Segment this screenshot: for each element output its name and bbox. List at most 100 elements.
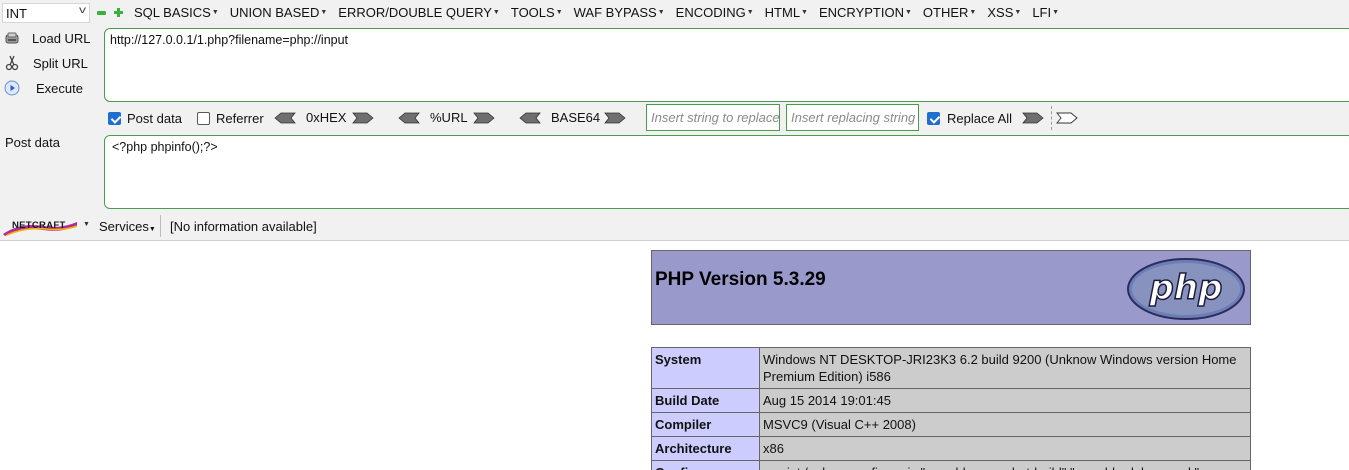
dropdown-arrow-icon: ▼	[1014, 9, 1022, 16]
menu-label: XSS	[987, 5, 1014, 20]
dropdown-arrow-icon: ▼	[211, 9, 219, 16]
type-select[interactable]: INT v	[2, 3, 90, 23]
menu-label: SQL BASICS	[134, 5, 211, 20]
hex-encode-arrow-icon[interactable]	[352, 112, 374, 124]
url-encode-arrow-icon[interactable]	[473, 112, 495, 124]
dropdown-arrow-icon: ▼	[657, 9, 665, 16]
dropdown-arrow-icon: ▼	[492, 9, 500, 16]
url-input[interactable]: http://127.0.0.1/1.php?filename=php://in…	[104, 28, 1349, 102]
hackbar-panel: INT v SQL BASICS ▼ UNION BASED ▼ ERROR/DOU…	[0, 0, 1349, 241]
post-data-checkbox-label: Post data	[127, 111, 182, 126]
post-data-label: Post data	[5, 135, 60, 150]
replacing-string-input[interactable]: Insert replacing string	[786, 104, 919, 131]
scissors-icon	[5, 55, 19, 71]
info-key: Build Date	[651, 388, 760, 413]
type-select-value: INT	[6, 5, 27, 21]
load-url-button[interactable]: Load URL	[0, 27, 96, 49]
base64-label: BASE64	[551, 110, 601, 125]
phpinfo-table: System Windows NT DESKTOP-JRI23K3 6.2 bui…	[651, 347, 1251, 470]
menu-label: WAF BYPASS	[573, 5, 657, 20]
netcraft-dropdown-arrow-icon[interactable]: ▼	[83, 221, 90, 228]
minus-icon[interactable]	[97, 11, 106, 15]
menu-tools[interactable]: TOOLS ▼	[511, 5, 563, 20]
menu-label: UNION BASED	[229, 5, 320, 20]
referrer-checkbox[interactable]	[197, 112, 210, 125]
menu-label: HTML	[764, 5, 801, 20]
netcraft-logo-text: NETCRAFT	[12, 220, 66, 231]
hackbar-menu-bar: SQL BASICS ▼ UNION BASED ▼ ERROR/DOUBLE QU…	[134, 5, 1070, 20]
post-data-input[interactable]: <?php phpinfo();?>	[104, 135, 1349, 209]
netcraft-toolbar: NETCRAFT ▼ Services▼ [No information ava…	[0, 213, 1349, 240]
base64-encode-arrow-icon[interactable]	[604, 112, 626, 124]
replace-arrow-icon[interactable]	[1022, 112, 1044, 124]
url-decode-arrow-icon[interactable]	[398, 112, 420, 124]
post-data-value: <?php phpinfo();?>	[112, 140, 218, 154]
dropdown-arrow-icon: ▼	[148, 226, 156, 233]
replace-all-label: Replace All	[947, 111, 1013, 126]
menu-html[interactable]: HTML ▼	[765, 5, 808, 20]
dropdown-arrow-icon: ▼	[555, 9, 563, 16]
menu-label: ENCODING	[675, 5, 746, 20]
menu-waf-bypass[interactable]: WAF BYPASS ▼	[574, 5, 665, 20]
replace-outline-arrow-icon[interactable]	[1056, 112, 1078, 124]
replace-string-placeholder: Insert string to replace	[651, 110, 780, 125]
referrer-checkbox-label: Referrer	[216, 111, 264, 126]
options-divider	[1051, 106, 1052, 130]
info-value: MSVC9 (Visual C++ 2008)	[759, 412, 1251, 437]
info-value: Aug 15 2014 19:01:45	[759, 388, 1251, 413]
plus-icon[interactable]	[114, 8, 123, 17]
menu-encryption[interactable]: ENCRYPTION ▼	[819, 5, 912, 20]
load-url-icon	[5, 32, 19, 44]
php-logo: php	[1127, 258, 1245, 320]
split-url-label: Split URL	[33, 55, 88, 71]
chevron-down-icon: v	[79, 5, 86, 16]
menu-lfi[interactable]: LFI ▼	[1032, 5, 1059, 20]
table-row: Configurecscript /nologo configure.js "-…	[651, 460, 1251, 470]
menu-error-double-query[interactable]: ERROR/DOUBLE QUERY ▼	[338, 5, 500, 20]
post-data-checkbox[interactable]	[108, 112, 121, 125]
dropdown-arrow-icon: ▼	[320, 9, 328, 16]
url-value: http://127.0.0.1/1.php?filename=php://in…	[110, 33, 349, 47]
info-key: Compiler	[651, 412, 760, 437]
base64-decode-arrow-icon[interactable]	[519, 112, 541, 124]
menu-label: ENCRYPTION	[818, 5, 904, 20]
menu-union-based[interactable]: UNION BASED ▼	[230, 5, 328, 20]
split-url-button[interactable]: Split URL	[0, 52, 96, 74]
netcraft-logo[interactable]: NETCRAFT	[3, 218, 78, 236]
site-info-text: [No information available]	[170, 219, 317, 234]
dropdown-arrow-icon: ▼	[1052, 9, 1060, 16]
execute-label: Execute	[36, 80, 83, 96]
info-key: Architecture	[651, 436, 760, 461]
menu-label: ERROR/DOUBLE QUERY	[338, 5, 492, 20]
table-row: Build Date Aug 15 2014 19:01:45	[651, 388, 1251, 413]
info-key: Configure	[651, 460, 760, 470]
execute-button[interactable]: Execute	[0, 77, 96, 99]
table-row: System Windows NT DESKTOP-JRI23K3 6.2 bui…	[651, 347, 1251, 389]
services-menu[interactable]: Services▼	[99, 219, 156, 234]
replace-string-input[interactable]: Insert string to replace	[646, 104, 780, 131]
info-value: cscript /nologo configure.js "--enable-s…	[759, 460, 1251, 470]
menu-other[interactable]: OTHER ▼	[923, 5, 976, 20]
menu-label: TOOLS	[510, 5, 555, 20]
menu-sql-basics[interactable]: SQL BASICS ▼	[134, 5, 219, 20]
dropdown-arrow-icon: ▼	[969, 9, 977, 16]
info-value: Windows NT DESKTOP-JRI23K3 6.2 build 920…	[759, 347, 1251, 389]
load-url-label: Load URL	[32, 30, 91, 46]
php-version-title: PHP Version 5.3.29	[655, 269, 826, 290]
replace-all-checkbox[interactable]	[927, 112, 940, 125]
phpinfo-header: PHP Version 5.3.29 php	[651, 250, 1251, 325]
info-value: x86	[759, 436, 1251, 461]
play-icon	[4, 80, 20, 96]
menu-label: LFI	[1032, 5, 1052, 20]
menu-label: OTHER	[922, 5, 969, 20]
menu-xss[interactable]: XSS ▼	[987, 5, 1021, 20]
php-logo-text: php	[1149, 268, 1223, 308]
menu-encoding[interactable]: ENCODING ▼	[676, 5, 754, 20]
table-row: Compiler MSVC9 (Visual C++ 2008)	[651, 412, 1251, 437]
dropdown-arrow-icon: ▼	[746, 9, 754, 16]
hex-label: 0xHEX	[306, 110, 347, 125]
dropdown-arrow-icon: ▼	[904, 9, 912, 16]
dropdown-arrow-icon: ▼	[801, 9, 808, 16]
hex-decode-arrow-icon[interactable]	[274, 112, 296, 124]
replacing-string-placeholder: Insert replacing string	[791, 110, 916, 125]
